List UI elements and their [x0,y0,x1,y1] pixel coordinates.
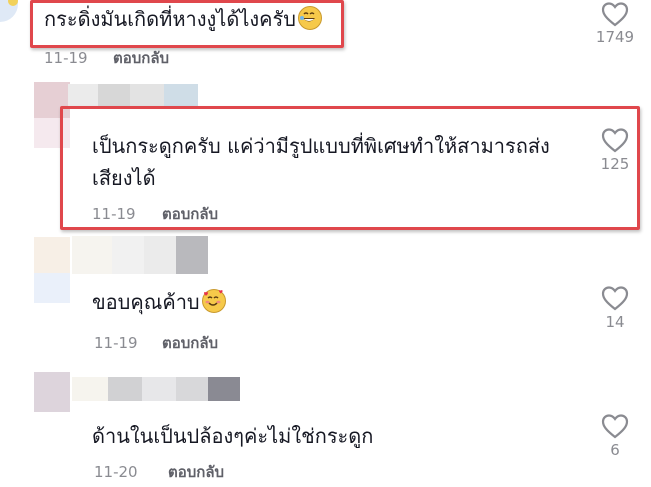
avatar[interactable] [34,372,70,412]
username-blur-b [112,236,144,274]
like-heart-icon[interactable] [600,0,630,28]
like-count: 1749 [595,28,635,46]
username-blur-d [176,236,208,274]
username-blur-c [142,377,176,401]
username-blur-e [208,377,240,401]
username-blur-b [108,377,142,401]
username-blur-d [164,84,198,108]
avatar-blur [34,372,70,412]
username-blur-c [130,84,164,108]
comment-text: ด้านในเป็นปล้องๆค่ะไม่ใช่กระดูก [92,420,373,452]
reply-button[interactable]: ตอบกลับ [162,204,218,224]
like-count: 125 [600,155,630,173]
comment-date: 11-19 [94,334,138,352]
comment-text-content: กระดิ่งมันเกิดที่หางงูได้ไงครับ [44,7,296,31]
comment-text-line2: เสียงได้ [92,166,156,190]
comment-text-content: ด้านในเป็นปล้องๆค่ะไม่ใช่กระดูก [92,424,374,448]
username-blur-a [68,84,98,108]
username-blurred [72,236,208,274]
comment-thread: กระดิ่งมันเกิดที่หางงูได้ไงครับ 11-19 ตอ… [0,0,651,487]
username-blur-d [176,377,208,401]
comment-text: ขอบคุณค้าบ [92,286,226,318]
comment-date: 11-19 [92,205,136,223]
comment-date: 11-19 [44,49,88,67]
comment-date: 11-20 [94,463,138,481]
like-heart-icon[interactable] [600,126,630,154]
username-blur-b [98,84,130,108]
comment-text: กระดิ่งมันเกิดที่หางงูได้ไงครับ [44,3,322,35]
like-count: 14 [605,313,625,331]
reply-button[interactable]: ตอบกลับ [168,462,224,482]
username-blurred [72,377,240,401]
like-count: 6 [610,441,620,459]
avatar-blur-lower [34,273,70,303]
smiling-hearts-emoji [201,289,226,313]
grinning-sweat-emoji [297,6,322,30]
reply-button[interactable]: ตอบกลับ [113,48,169,68]
comment-text-content: ขอบคุณค้าบ [92,290,200,314]
comment-text-line1: เป็นกระดูกครับ แค่ว่ามีรูปแบบที่พิเศษทำใ… [92,134,550,158]
username-blur-a [72,236,112,274]
avatar-blur [34,237,70,273]
like-heart-icon[interactable] [600,412,630,440]
username-blur-c [144,236,176,274]
comment-text: เป็นกระดูกครับ แค่ว่ามีรูปแบบที่พิเศษทำใ… [92,130,550,194]
reply-button[interactable]: ตอบกลับ [162,333,218,353]
avatar[interactable] [34,237,70,273]
like-heart-icon[interactable] [600,284,630,312]
username-blur-a [72,377,108,401]
username-blurred [68,84,198,108]
